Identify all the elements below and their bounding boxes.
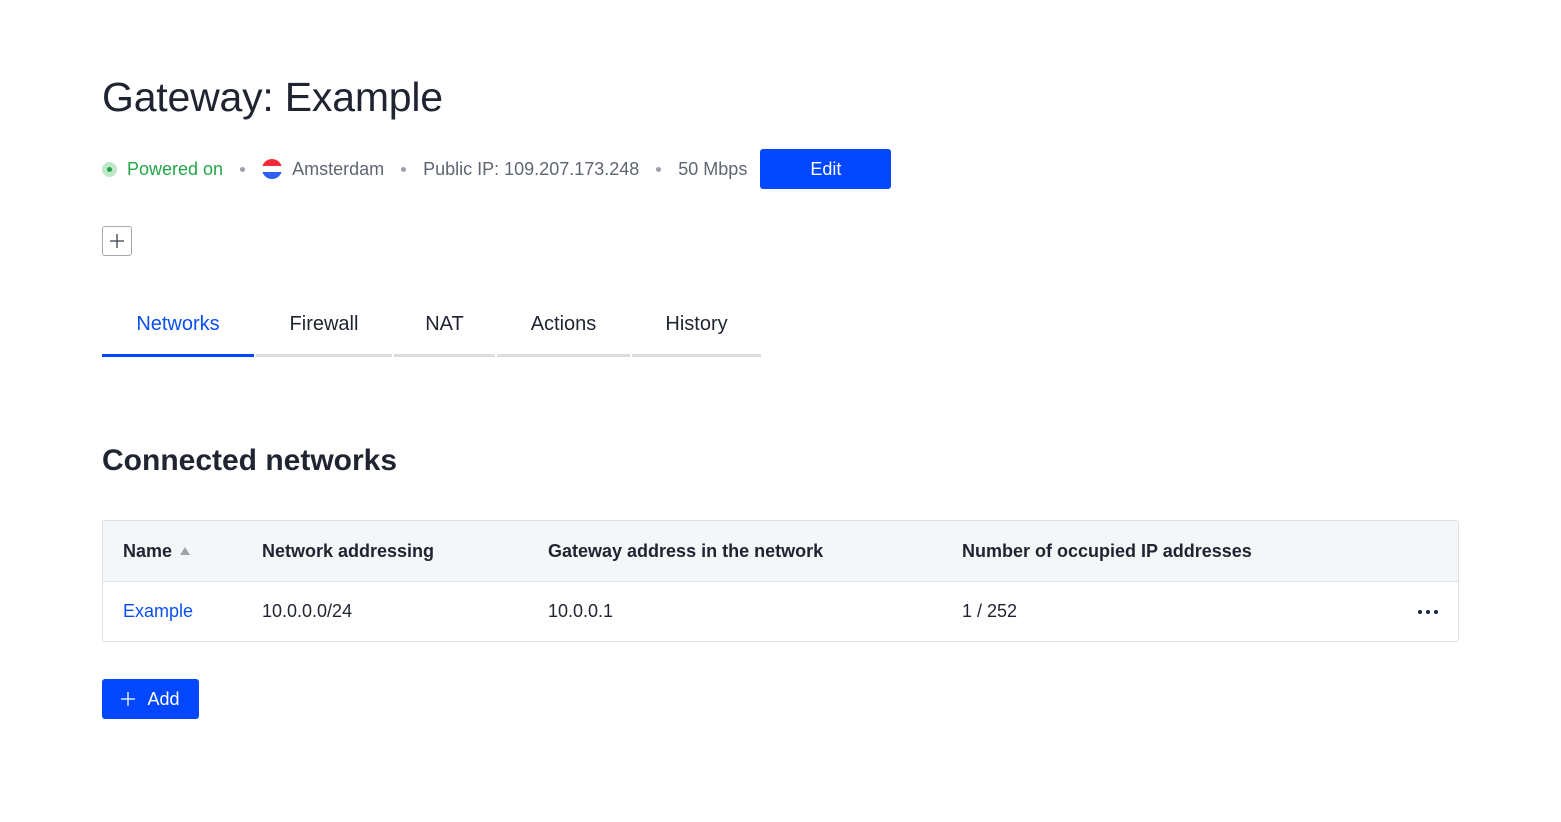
column-header-name[interactable]: Name: [103, 541, 262, 562]
separator-dot: [656, 166, 662, 172]
tab-history[interactable]: History: [632, 300, 761, 357]
expand-button[interactable]: [102, 226, 132, 256]
column-label: Name: [123, 540, 173, 561]
column-header-addressing: Network addressing: [262, 540, 435, 561]
network-addressing: 10.0.0.0/24: [262, 601, 353, 621]
tab-networks[interactable]: Networks: [102, 300, 254, 357]
gateway-address: 10.0.0.1: [548, 601, 614, 621]
edit-button[interactable]: Edit: [760, 149, 892, 189]
netherlands-flag-icon: [262, 159, 283, 179]
column-header-occupied: Number of occupied IP addresses: [962, 540, 1252, 561]
more-horizontal-icon[interactable]: [1412, 604, 1444, 620]
tab-label: Firewall: [289, 312, 359, 335]
tab-label: History: [665, 312, 728, 335]
occupied-ips: 1 / 252: [962, 601, 1018, 621]
plus-icon: [110, 234, 124, 248]
page-title: Gateway: Example: [102, 74, 443, 120]
separator-dot: [240, 166, 246, 172]
add-label: Add: [147, 688, 180, 709]
sort-ascending-icon: [180, 547, 191, 555]
location-label: Amsterdam: [292, 158, 385, 179]
add-network-button[interactable]: Add: [102, 679, 199, 719]
column-header-gateway: Gateway address in the network: [548, 540, 824, 561]
status-label: Powered on: [127, 158, 224, 179]
tab-label: Networks: [136, 312, 220, 335]
table-row: Example 10.0.0.0/24 10.0.0.1 1 / 252: [103, 582, 1458, 641]
table-header: Name Network addressing Gateway address …: [103, 521, 1458, 582]
bandwidth: 50 Mbps: [678, 158, 748, 179]
tab-nat[interactable]: NAT: [394, 300, 495, 357]
tab-actions[interactable]: Actions: [497, 300, 630, 357]
section-title: Connected networks: [102, 444, 398, 477]
tab-bar: Networks Firewall NAT Actions History: [102, 300, 763, 357]
tab-firewall[interactable]: Firewall: [256, 300, 392, 357]
networks-table: Name Network addressing Gateway address …: [102, 520, 1459, 642]
tab-label: NAT: [425, 312, 464, 335]
plus-icon: [121, 692, 136, 706]
status-dot-icon: [102, 161, 117, 177]
tab-label: Actions: [530, 312, 597, 335]
network-name-link[interactable]: Example: [123, 601, 193, 622]
gateway-meta: Powered on Amsterdam Public IP: 109.207.…: [102, 149, 892, 189]
separator-dot: [401, 166, 407, 172]
public-ip: Public IP: 109.207.173.248: [423, 158, 640, 179]
